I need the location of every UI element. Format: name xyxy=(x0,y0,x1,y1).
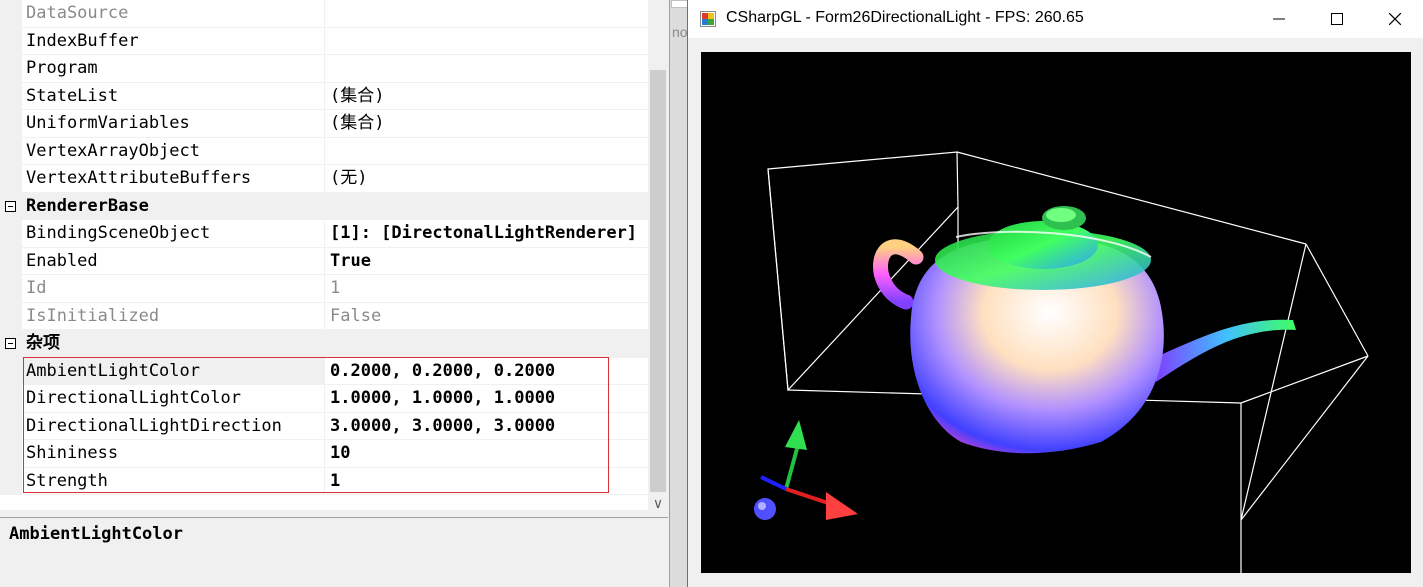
category-label: RendererBase xyxy=(26,195,149,216)
row-margin xyxy=(0,220,22,248)
property-row-statelist[interactable]: StateList (集合) xyxy=(0,82,648,110)
close-icon xyxy=(1389,13,1401,25)
property-grid-panel: DataSource IndexBuffer Program StateList… xyxy=(0,0,669,587)
property-name: BindingSceneObject xyxy=(22,220,325,248)
opengl-viewport[interactable] xyxy=(701,52,1411,573)
property-name: VertexArrayObject xyxy=(22,137,325,165)
csharpgl-app-icon xyxy=(700,11,716,27)
description-title: AmbientLightColor xyxy=(9,524,183,544)
property-value[interactable]: (集合) xyxy=(326,110,648,138)
teapot-model xyxy=(873,206,1296,454)
property-row-isinitialized[interactable]: IsInitialized False xyxy=(0,302,648,330)
maximize-button[interactable] xyxy=(1308,0,1366,38)
property-row-vertexarrayobject[interactable]: VertexArrayObject xyxy=(0,137,648,165)
property-grid: DataSource IndexBuffer Program StateList… xyxy=(0,0,648,510)
property-value[interactable] xyxy=(326,138,648,165)
row-margin xyxy=(0,27,22,55)
property-value[interactable] xyxy=(326,28,648,55)
property-name: UniformVariables xyxy=(22,110,325,138)
row-margin xyxy=(0,55,22,83)
description-panel: AmbientLightColor xyxy=(0,517,668,587)
vertical-scrollbar[interactable]: ∨ xyxy=(648,0,668,515)
property-row-indexbuffer[interactable]: IndexBuffer xyxy=(0,27,648,55)
property-row-program[interactable]: Program xyxy=(0,55,648,83)
row-margin xyxy=(0,275,22,303)
property-name: Enabled xyxy=(22,247,325,275)
background-window-text: no xyxy=(672,24,688,40)
maximize-icon xyxy=(1331,13,1343,25)
minimize-button[interactable] xyxy=(1250,0,1308,38)
row-margin xyxy=(0,0,22,28)
property-name: IndexBuffer xyxy=(22,27,325,55)
row-margin xyxy=(0,110,22,138)
window-titlebar[interactable]: CSharpGL - Form26DirectionalLight - FPS:… xyxy=(688,0,1423,38)
scroll-down-icon[interactable]: ∨ xyxy=(648,494,668,514)
property-value[interactable]: [1]: [DirectonalLightRenderer] xyxy=(326,220,648,248)
csharpgl-window: CSharpGL - Form26DirectionalLight - FPS:… xyxy=(687,0,1423,587)
row-margin xyxy=(0,440,22,468)
property-value[interactable]: False xyxy=(326,303,648,330)
row-margin xyxy=(0,82,22,110)
property-name: StateList xyxy=(22,82,325,110)
row-margin xyxy=(0,357,22,385)
property-value[interactable] xyxy=(326,0,648,28)
property-row-vertexattributebuffers[interactable]: VertexAttributeBuffers (无) xyxy=(0,165,648,193)
scene-render xyxy=(754,151,1369,573)
collapse-icon[interactable] xyxy=(5,338,16,349)
property-row-bindingsceneobject[interactable]: BindingSceneObject [1]: [DirectonalLight… xyxy=(0,220,648,248)
property-row-id[interactable]: Id 1 xyxy=(0,275,648,303)
minimize-icon xyxy=(1273,18,1285,20)
property-row-uniformvariables[interactable]: UniformVariables (集合) xyxy=(0,110,648,138)
property-row-enabled[interactable]: Enabled True xyxy=(0,247,648,275)
row-margin xyxy=(0,412,22,440)
axis-gizmo-icon xyxy=(754,420,858,520)
property-value[interactable]: 1 xyxy=(326,275,648,303)
property-value[interactable]: True xyxy=(326,248,648,275)
row-margin xyxy=(0,302,22,330)
highlight-annotation-box xyxy=(23,357,609,493)
property-name: VertexAttributeBuffers xyxy=(22,165,325,193)
category-row-misc[interactable]: 杂项 xyxy=(0,330,648,358)
close-button[interactable] xyxy=(1366,0,1423,38)
property-value[interactable]: (无) xyxy=(326,165,648,193)
category-row-rendererbase[interactable]: RendererBase xyxy=(0,192,648,220)
property-value[interactable] xyxy=(326,55,648,83)
scrollbar-thumb[interactable] xyxy=(650,70,666,492)
row-margin xyxy=(0,165,22,193)
background-window-field xyxy=(671,0,688,8)
property-name: DataSource xyxy=(22,0,325,28)
window-title: CSharpGL - Form26DirectionalLight - FPS:… xyxy=(726,9,1084,26)
property-name: Id xyxy=(22,275,325,303)
property-value[interactable]: (集合) xyxy=(326,83,648,110)
row-margin xyxy=(0,385,22,413)
property-row-datasource[interactable]: DataSource xyxy=(0,0,648,28)
category-label: 杂项 xyxy=(26,333,60,353)
property-name: IsInitialized xyxy=(22,302,325,330)
row-margin xyxy=(0,467,22,495)
collapse-icon[interactable] xyxy=(5,200,16,212)
row-margin xyxy=(0,247,22,275)
row-margin xyxy=(0,137,22,165)
property-name: Program xyxy=(22,55,325,83)
background-window-edge xyxy=(669,0,689,587)
